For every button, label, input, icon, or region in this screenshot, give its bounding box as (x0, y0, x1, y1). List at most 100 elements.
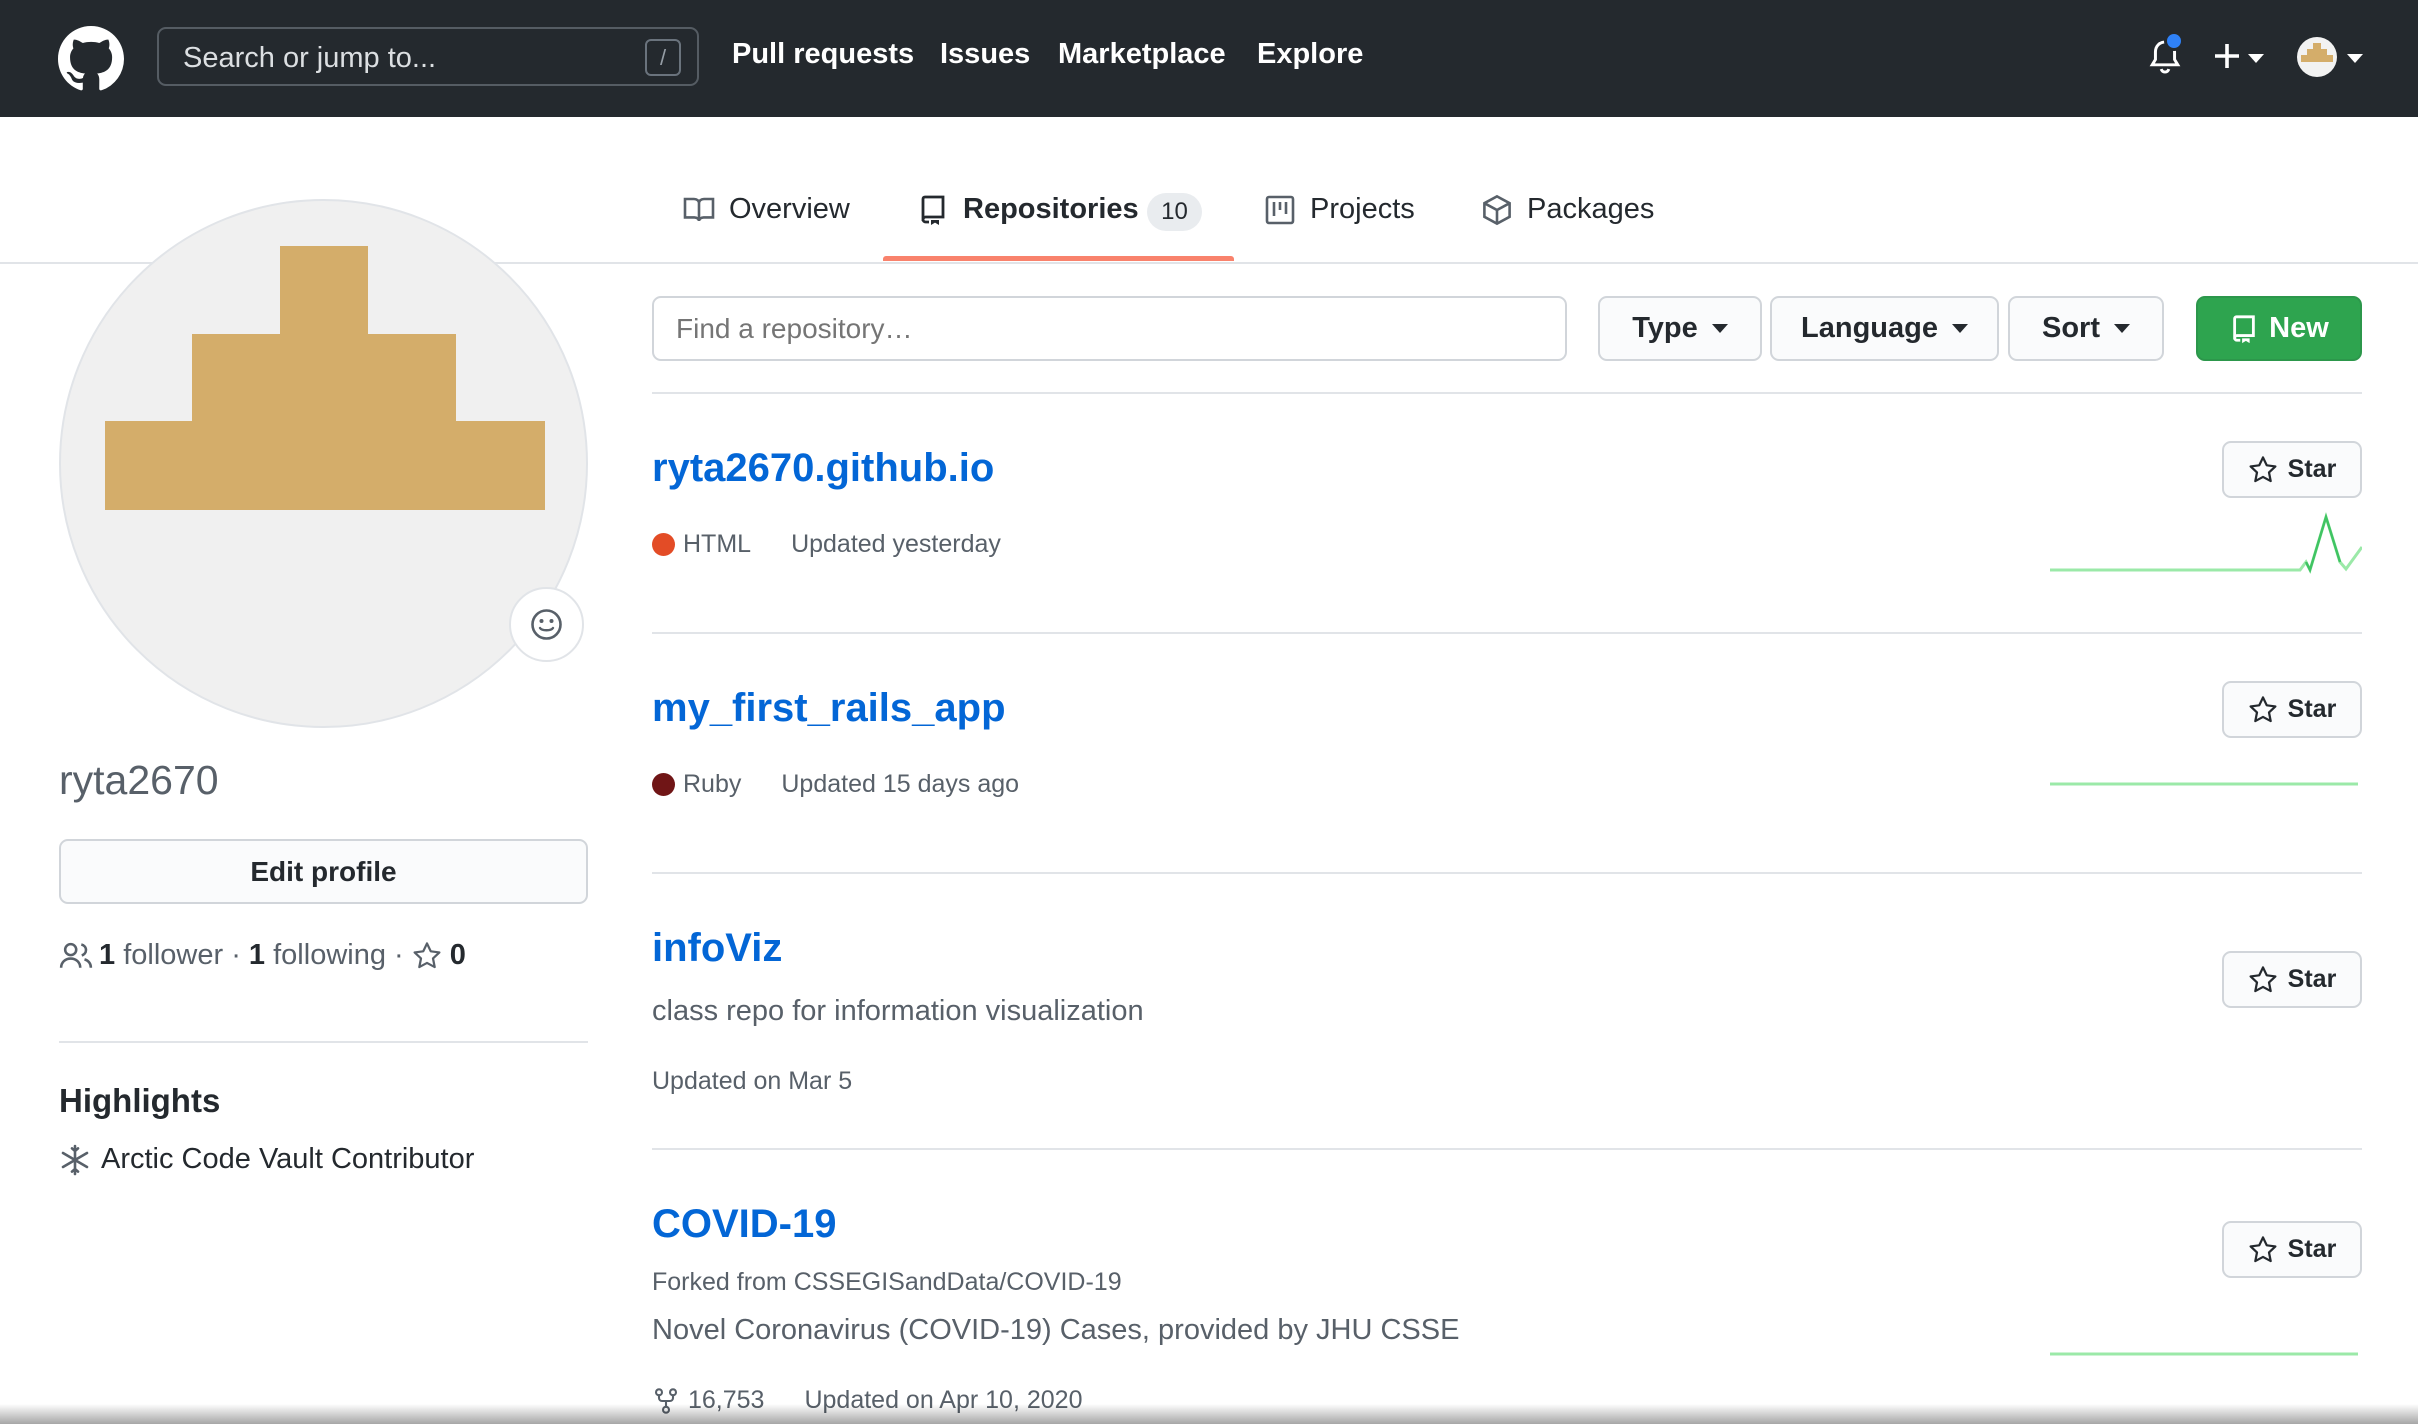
identicon-icon (2301, 43, 2333, 62)
sort-filter-label: Sort (2042, 312, 2100, 344)
set-status-button[interactable] (509, 587, 584, 662)
repo-list-divider (652, 1148, 2362, 1150)
plus-icon[interactable] (2211, 40, 2243, 72)
following-label: following (273, 939, 386, 971)
star-label: Star (2287, 1235, 2337, 1263)
edit-profile-button[interactable]: Edit profile (59, 839, 588, 904)
repo-description: Novel Coronavirus (COVID-19) Cases, prov… (652, 1314, 1460, 1346)
tab-projects[interactable]: Projects (1264, 193, 1415, 226)
people-icon (59, 942, 93, 968)
following-count: 1 (248, 939, 266, 971)
repo-name-link[interactable]: my_first_rails_app (652, 686, 1006, 731)
repo-updated: Updated 15 days ago (781, 770, 1020, 798)
chevron-down-icon (1711, 324, 1728, 333)
smiley-icon (531, 609, 562, 640)
separator-dot: · (385, 939, 412, 971)
search-shortcut-key: / (645, 39, 681, 76)
repo-icon (2233, 314, 2255, 343)
nav-pull-requests[interactable]: Pull requests (732, 38, 914, 71)
language-filter-button[interactable]: Language (1770, 296, 1999, 361)
search-placeholder: Search or jump to... (183, 42, 437, 74)
repo-updated: Updated yesterday (791, 530, 1001, 558)
highlights-heading: Highlights (59, 1082, 221, 1119)
top-header: Search or jump to... / Pull requests Iss… (0, 0, 2418, 117)
tab-overview[interactable]: Overview (683, 193, 850, 226)
new-button-label: New (2269, 312, 2329, 344)
followers-label: follower (123, 939, 224, 971)
tab-overview-label: Overview (729, 193, 850, 225)
follow-stats: 1 follower · 1 following · 0 (59, 939, 466, 972)
followers-count: 1 (99, 939, 116, 971)
highlight-item-label: Arctic Code Vault Contributor (101, 1143, 475, 1175)
nav-marketplace[interactable]: Marketplace (1058, 38, 1226, 71)
language-color-dot (652, 773, 675, 796)
star-label: Star (2287, 965, 2337, 993)
highlight-item[interactable]: Arctic Code Vault Contributor (59, 1143, 474, 1176)
star-button[interactable]: Star (2222, 681, 2362, 738)
chevron-down-icon (2114, 324, 2130, 333)
github-logo-icon[interactable] (58, 26, 124, 92)
tab-projects-label: Projects (1310, 193, 1415, 225)
user-avatar[interactable] (2297, 37, 2337, 77)
new-repository-button[interactable]: New (2196, 296, 2362, 361)
notification-dot (2164, 31, 2184, 51)
type-filter-label: Type (1632, 312, 1698, 344)
activity-sparkline (2050, 782, 2358, 786)
package-icon (1483, 194, 1511, 225)
repo-updated: Updated on Mar 5 (652, 1067, 853, 1095)
star-button[interactable]: Star (2222, 951, 2362, 1008)
profile-username: ryta2670 (59, 757, 219, 803)
nav-issues[interactable]: Issues (940, 38, 1030, 71)
repo-meta: Ruby Updated 15 days ago (652, 770, 1019, 799)
sort-filter-button[interactable]: Sort (2008, 296, 2164, 361)
repo-language: Ruby (683, 770, 742, 798)
star-icon (2249, 695, 2277, 722)
repo-list-divider (652, 632, 2362, 634)
chevron-down-icon[interactable] (2347, 54, 2363, 63)
repo-name-link[interactable]: COVID-19 (652, 1202, 837, 1247)
find-repository-input[interactable] (652, 296, 1567, 361)
chevron-down-icon (1951, 324, 1968, 333)
repo-icon (921, 195, 945, 225)
profile-avatar[interactable] (59, 199, 588, 728)
repositories-count-badge: 10 (1147, 193, 1202, 231)
star-label: Star (2287, 695, 2337, 723)
chevron-down-icon[interactable] (2248, 54, 2264, 63)
project-board-icon (1265, 195, 1295, 224)
star-icon (2249, 965, 2277, 992)
active-tab-indicator (883, 256, 1234, 261)
stars-link[interactable]: 0 (412, 939, 466, 972)
sidebar-divider (59, 1041, 588, 1043)
forked-from-link[interactable]: Forked from CSSEGISandData/COVID-19 (652, 1268, 1122, 1297)
repo-name-link[interactable]: ryta2670.github.io (652, 446, 994, 491)
tab-repositories[interactable]: Repositories (917, 193, 1139, 226)
repo-description: class repo for information visualization (652, 995, 1144, 1027)
search-input[interactable]: Search or jump to... / (157, 27, 699, 86)
repo-list-divider (652, 392, 2362, 394)
repo-language: HTML (683, 530, 752, 558)
tab-packages-label: Packages (1527, 193, 1655, 225)
tab-packages[interactable]: Packages (1481, 193, 1654, 226)
followers-link[interactable]: 1 follower (99, 939, 223, 972)
language-color-dot (652, 533, 675, 556)
repo-meta: Updated on Mar 5 (652, 1067, 852, 1096)
type-filter-button[interactable]: Type (1598, 296, 1762, 361)
repo-list-divider (652, 872, 2362, 874)
following-link[interactable]: 1 following (249, 939, 386, 972)
activity-sparkline (2050, 1352, 2358, 1356)
star-button[interactable]: Star (2222, 1221, 2362, 1278)
stars-count: 0 (449, 939, 466, 971)
language-filter-label: Language (1801, 312, 1938, 344)
star-icon (413, 941, 441, 968)
identicon-icon (105, 246, 545, 510)
tab-repositories-label: Repositories (963, 193, 1139, 225)
nav-explore[interactable]: Explore (1257, 38, 1363, 71)
star-button[interactable]: Star (2222, 441, 2362, 498)
activity-sparkline (2050, 511, 2362, 575)
star-label: Star (2287, 455, 2337, 483)
book-icon (683, 197, 715, 221)
repo-name-link[interactable]: infoViz (652, 926, 782, 971)
window-bottom-edge (0, 1404, 2418, 1424)
separator-dot: · (223, 939, 249, 971)
star-icon (2249, 455, 2277, 482)
